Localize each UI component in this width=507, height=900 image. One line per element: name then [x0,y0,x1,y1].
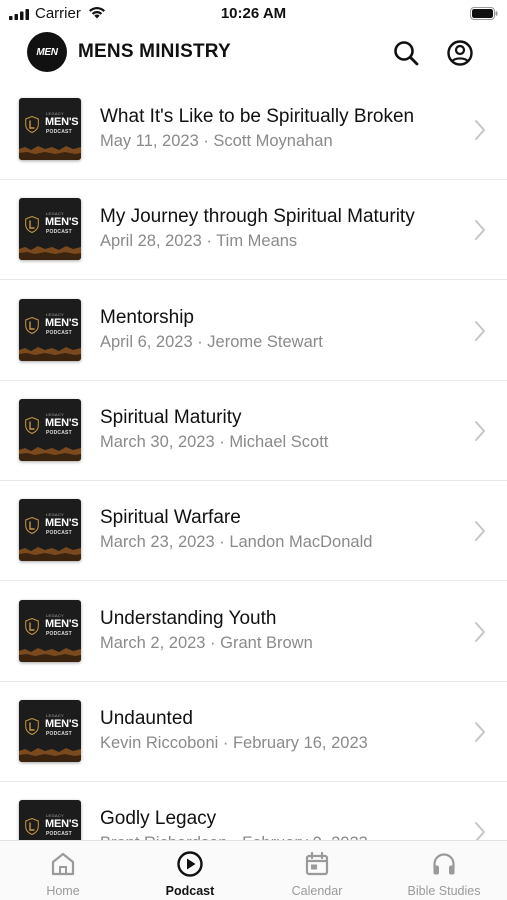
thumbnail-sub-text: PODCAST [46,229,72,236]
tab-podcast[interactable]: Podcast [127,841,253,900]
tab-label-podcast: Podcast [165,884,215,898]
chevron-right-icon [475,120,485,140]
tab-bar: Home Podcast Calendar Bible Studies [0,840,507,900]
episode-row[interactable]: LEGACY MEN'S PODCAST Undaunted Kevin Ric… [0,682,507,782]
thumbnail-ground [19,747,81,762]
thumbnail-main-text: MEN'S [45,717,79,730]
episode-thumbnail: LEGACY MEN'S PODCAST [19,800,81,840]
episode-list[interactable]: LEGACY MEN'S PODCAST What It's Like to b… [0,80,507,840]
chevron-right-icon [475,822,485,840]
episode-thumbnail: LEGACY MEN'S PODCAST [19,198,81,261]
episode-row[interactable]: LEGACY MEN'S PODCAST Understanding Youth… [0,582,507,682]
app-logo: MEN [27,32,67,72]
episode-title: Mentorship [100,306,194,328]
thumbnail-ground [19,446,81,461]
tab-calendar[interactable]: Calendar [254,841,380,900]
episode-thumbnail: LEGACY MEN'S PODCAST [19,699,81,762]
thumbnail-sub-text: PODCAST [46,730,72,737]
calendar-icon [305,851,329,876]
episode-thumbnail: LEGACY MEN'S PODCAST [19,499,81,562]
chevron-right-icon [475,320,485,341]
episode-title: Godly Legacy [100,808,217,830]
shield-logo-icon [25,116,39,133]
status-bar: Carrier 10:26 AM [0,0,507,30]
chevron-right-icon [475,621,485,642]
episode-title: Undaunted [100,707,193,729]
episode-meta: March 23, 2023 · Landon MacDonald [100,533,373,552]
episode-row[interactable]: LEGACY MEN'S PODCAST Mentorship April 6,… [0,281,507,381]
tab-label-home: Home [46,884,80,898]
thumbnail-main-text: MEN'S [45,818,79,831]
episode-meta: March 2, 2023 · Grant Brown [100,633,313,652]
chevron-right-icon [475,521,485,542]
tab-label-bible-studies: Bible Studies [407,884,481,898]
shield-logo-icon [25,717,39,735]
tab-home[interactable]: Home [0,841,126,900]
logo-text: MEN [36,46,58,58]
thumbnail-ground [19,246,81,261]
shield-logo-icon [25,617,39,635]
episode-meta: April 6, 2023 · Jerome Stewart [100,332,323,351]
thumbnail-sub-text: PODCAST [46,329,72,336]
shield-logo-icon [25,818,39,836]
episode-title: Spiritual Maturity [100,406,242,428]
thumbnail-sub-text: PODCAST [46,129,72,135]
thumbnail-main-text: MEN'S [45,216,79,229]
search-icon[interactable] [392,39,420,67]
episode-title: Understanding Youth [100,607,277,629]
app-header: MEN MENS MINISTRY [0,30,507,80]
episode-row[interactable]: LEGACY MEN'S PODCAST What It's Like to b… [0,80,507,180]
episode-row[interactable]: LEGACY MEN'S PODCAST Spiritual Maturity … [0,381,507,481]
episode-thumbnail: LEGACY MEN'S PODCAST [19,98,81,160]
thumbnail-sub-text: PODCAST [46,429,72,436]
tab-bible-studies[interactable]: Bible Studies [381,841,507,900]
episode-row[interactable]: LEGACY MEN'S PODCAST Spiritual Warfare M… [0,481,507,582]
thumbnail-ground [19,647,81,662]
thumbnail-ground [19,346,81,361]
chevron-right-icon [475,220,485,241]
thumbnail-main-text: MEN'S [45,416,79,429]
thumbnail-sub-text: PODCAST [46,630,72,637]
profile-icon[interactable] [446,39,474,67]
chevron-right-icon [475,721,485,742]
play-circle-icon [177,851,203,877]
headphones-icon [433,853,455,875]
episode-title: Spiritual Warfare [100,507,241,529]
thumbnail-ground [19,146,81,160]
episode-row[interactable]: LEGACY MEN'S PODCAST My Journey through … [0,180,507,281]
episode-meta: April 28, 2023 · Tim Means [100,232,298,251]
episode-meta: March 30, 2023 · Michael Scott [100,432,329,451]
page-title: MENS MINISTRY [78,41,231,62]
episode-title: What It's Like to be Spiritually Broken [100,106,415,127]
status-time: 10:26 AM [220,5,287,22]
episode-meta: May 11, 2023 · Scott Moynahan [100,132,333,150]
home-icon [51,852,75,876]
thumbnail-sub-text: PODCAST [46,831,72,838]
chevron-right-icon [475,420,485,441]
shield-logo-icon [25,316,39,334]
episode-row[interactable]: LEGACY MEN'S PODCAST Godly Legacy Brent … [0,782,507,840]
tab-label-calendar: Calendar [291,884,343,898]
episode-title: My Journey through Spiritual Maturity [100,206,415,228]
episode-thumbnail: LEGACY MEN'S PODCAST [19,599,81,662]
shield-logo-icon [25,216,39,234]
thumbnail-main-text: MEN'S [45,517,79,530]
shield-logo-icon [25,517,39,535]
thumbnail-sub-text: PODCAST [46,530,72,537]
episode-meta: Kevin Riccoboni · February 16, 2023 [100,733,368,752]
shield-logo-icon [25,416,39,434]
thumbnail-ground [19,547,81,562]
episode-thumbnail: LEGACY MEN'S PODCAST [19,398,81,461]
episode-thumbnail: LEGACY MEN'S PODCAST [19,298,81,361]
thumbnail-main-text: MEN'S [45,617,79,630]
thumbnail-main-text: MEN'S [45,116,79,128]
thumbnail-main-text: MEN'S [45,316,79,329]
battery-icon [470,7,498,20]
